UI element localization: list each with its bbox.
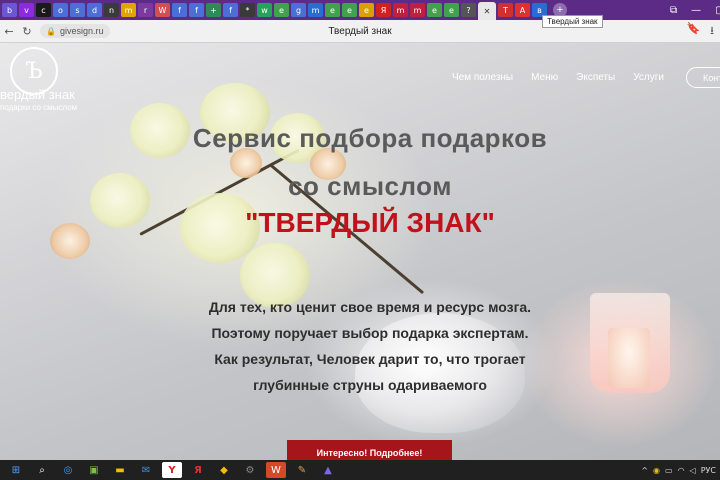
description-line-1: Для тех, кто ценит свое время и ресурс м… xyxy=(208,299,532,315)
minimize-icon[interactable]: — xyxy=(691,5,701,16)
reload-icon[interactable]: ↻ xyxy=(18,25,36,38)
browser-tab[interactable]: g xyxy=(291,3,306,17)
yandex-icon[interactable]: Я xyxy=(188,462,208,478)
browser-tab[interactable]: W xyxy=(155,3,170,17)
browser-tab[interactable]: Я xyxy=(376,3,391,17)
browser-tab[interactable]: A xyxy=(515,3,530,17)
browser-tab[interactable]: e xyxy=(342,3,357,17)
network-icon[interactable]: ▭ xyxy=(665,466,673,475)
browser-tab[interactable]: o xyxy=(53,3,68,17)
contact-button[interactable]: Конт xyxy=(686,67,720,88)
nav-item-services[interactable]: Услуги xyxy=(633,72,664,83)
address-bar: ← ↻ 🔒 givesign.ru Твердый знак 🔖 ⭳ xyxy=(0,20,720,43)
browser-tab[interactable]: e xyxy=(274,3,289,17)
download-icon[interactable]: ⭳ xyxy=(710,22,714,41)
browser-tab[interactable]: m xyxy=(121,3,136,17)
browser-tab[interactable]: + xyxy=(206,3,221,17)
logo-glyph: Ъ xyxy=(25,58,43,84)
browser-tab[interactable]: e xyxy=(325,3,340,17)
tab-tooltip: Твердый знак xyxy=(542,15,603,28)
windows-start-icon[interactable]: ⊞ xyxy=(6,462,26,478)
nav-item-benefits[interactable]: Чем полезны xyxy=(452,72,513,83)
browser-tab[interactable]: b xyxy=(2,3,17,17)
back-icon[interactable]: ← xyxy=(0,25,18,38)
taskbar: ⊞ ⌕ ◎ ▣ ▬ ✉ Y Я ◆ ⚙ W ✎ ▲ ^ ◉ ▭ ◠ ◁ РУС xyxy=(0,460,720,480)
maximize-icon[interactable]: ▢ xyxy=(715,5,720,16)
mail-icon[interactable]: ✉ xyxy=(136,462,156,478)
search-icon[interactable]: ⌕ xyxy=(32,462,52,478)
main-nav: Чем полезны Меню Экспеты Услуги xyxy=(452,72,664,83)
browser-tab[interactable]: v xyxy=(19,3,34,17)
url-field[interactable]: 🔒 givesign.ru xyxy=(40,24,110,38)
browser-tab[interactable]: e xyxy=(444,3,459,17)
app-icon[interactable]: ◆ xyxy=(214,462,234,478)
brand-name: вердый знак xyxy=(0,87,75,102)
video-editor-icon[interactable]: ▲ xyxy=(318,462,338,478)
description-line-3: Как результат, Человек дарит то, что тро… xyxy=(214,351,526,367)
browser-tab[interactable]: c xyxy=(36,3,51,17)
settings-icon[interactable]: ⚙ xyxy=(240,462,260,478)
cta-button[interactable]: Интересно! Подробнее! xyxy=(287,440,452,460)
browser-tab[interactable]: e xyxy=(359,3,374,17)
description-line-2: Поэтому поручает выбор подарка экспертам… xyxy=(211,325,529,341)
edge-icon[interactable]: ◎ xyxy=(58,462,78,478)
lock-icon: 🔒 xyxy=(46,26,56,36)
tab-search-icon[interactable]: ⧉ xyxy=(670,5,677,16)
browser-tab[interactable]: s xyxy=(70,3,85,17)
headline-line-2: со смыслом xyxy=(288,171,452,201)
browser-tab[interactable]: d xyxy=(87,3,102,17)
browser-tab[interactable]: f xyxy=(223,3,238,17)
hero-section: Ъ вердый знак подарки со смыслом Чем пол… xyxy=(0,43,720,460)
browser-tab[interactable]: m xyxy=(393,3,408,17)
browser-tab[interactable]: f xyxy=(189,3,204,17)
browser-tab[interactable]: r xyxy=(138,3,153,17)
yandex-browser-icon[interactable]: Y xyxy=(162,462,182,478)
bookmark-icon[interactable]: 🔖 xyxy=(686,22,700,41)
language-indicator[interactable]: РУС xyxy=(701,466,716,475)
browser-tab[interactable]: m xyxy=(410,3,425,17)
tab-strip: b v c o s d n m r Wf f + f * w e g m e e e Яm m e e? ✕ T Aв + xyxy=(0,0,720,20)
wifi-icon[interactable]: ◠ xyxy=(678,466,685,475)
browser-tab[interactable]: m xyxy=(308,3,323,17)
store-icon[interactable]: ▣ xyxy=(84,462,104,478)
browser-tab[interactable]: w xyxy=(257,3,272,17)
browser-tab[interactable]: e xyxy=(427,3,442,17)
browser-tab[interactable]: * xyxy=(240,3,255,17)
wps-icon[interactable]: W xyxy=(266,462,286,478)
browser-tab[interactable]: T xyxy=(498,3,513,17)
browser-tab[interactable]: ? xyxy=(461,3,476,17)
folder-icon[interactable]: ▬ xyxy=(110,462,130,478)
headline-line-1: Сервис подбора подарков xyxy=(192,123,548,153)
browser-tab[interactable]: f xyxy=(172,3,187,17)
browser-tab[interactable]: n xyxy=(104,3,119,17)
url-text: givesign.ru xyxy=(59,26,104,36)
nav-item-experts[interactable]: Экспеты xyxy=(576,72,615,83)
paint-icon[interactable]: ✎ xyxy=(292,462,312,478)
headline-brand: "ТВЕРДЫЙ ЗНАК" xyxy=(245,207,495,238)
active-tab-close-icon[interactable]: ✕ xyxy=(478,2,496,20)
nav-item-menu[interactable]: Меню xyxy=(531,72,558,83)
system-tray: ^ ◉ ▭ ◠ ◁ РУС xyxy=(641,460,716,480)
brand-tagline: подарки со смыслом xyxy=(0,103,78,112)
description-line-4: глубинные струны одариваемого xyxy=(253,377,487,393)
app-tray-icon[interactable]: ◉ xyxy=(653,466,660,475)
window-controls: ⧉ — ▢ xyxy=(670,0,720,20)
chevron-up-icon[interactable]: ^ xyxy=(641,466,648,475)
volume-icon[interactable]: ◁ xyxy=(690,466,696,475)
